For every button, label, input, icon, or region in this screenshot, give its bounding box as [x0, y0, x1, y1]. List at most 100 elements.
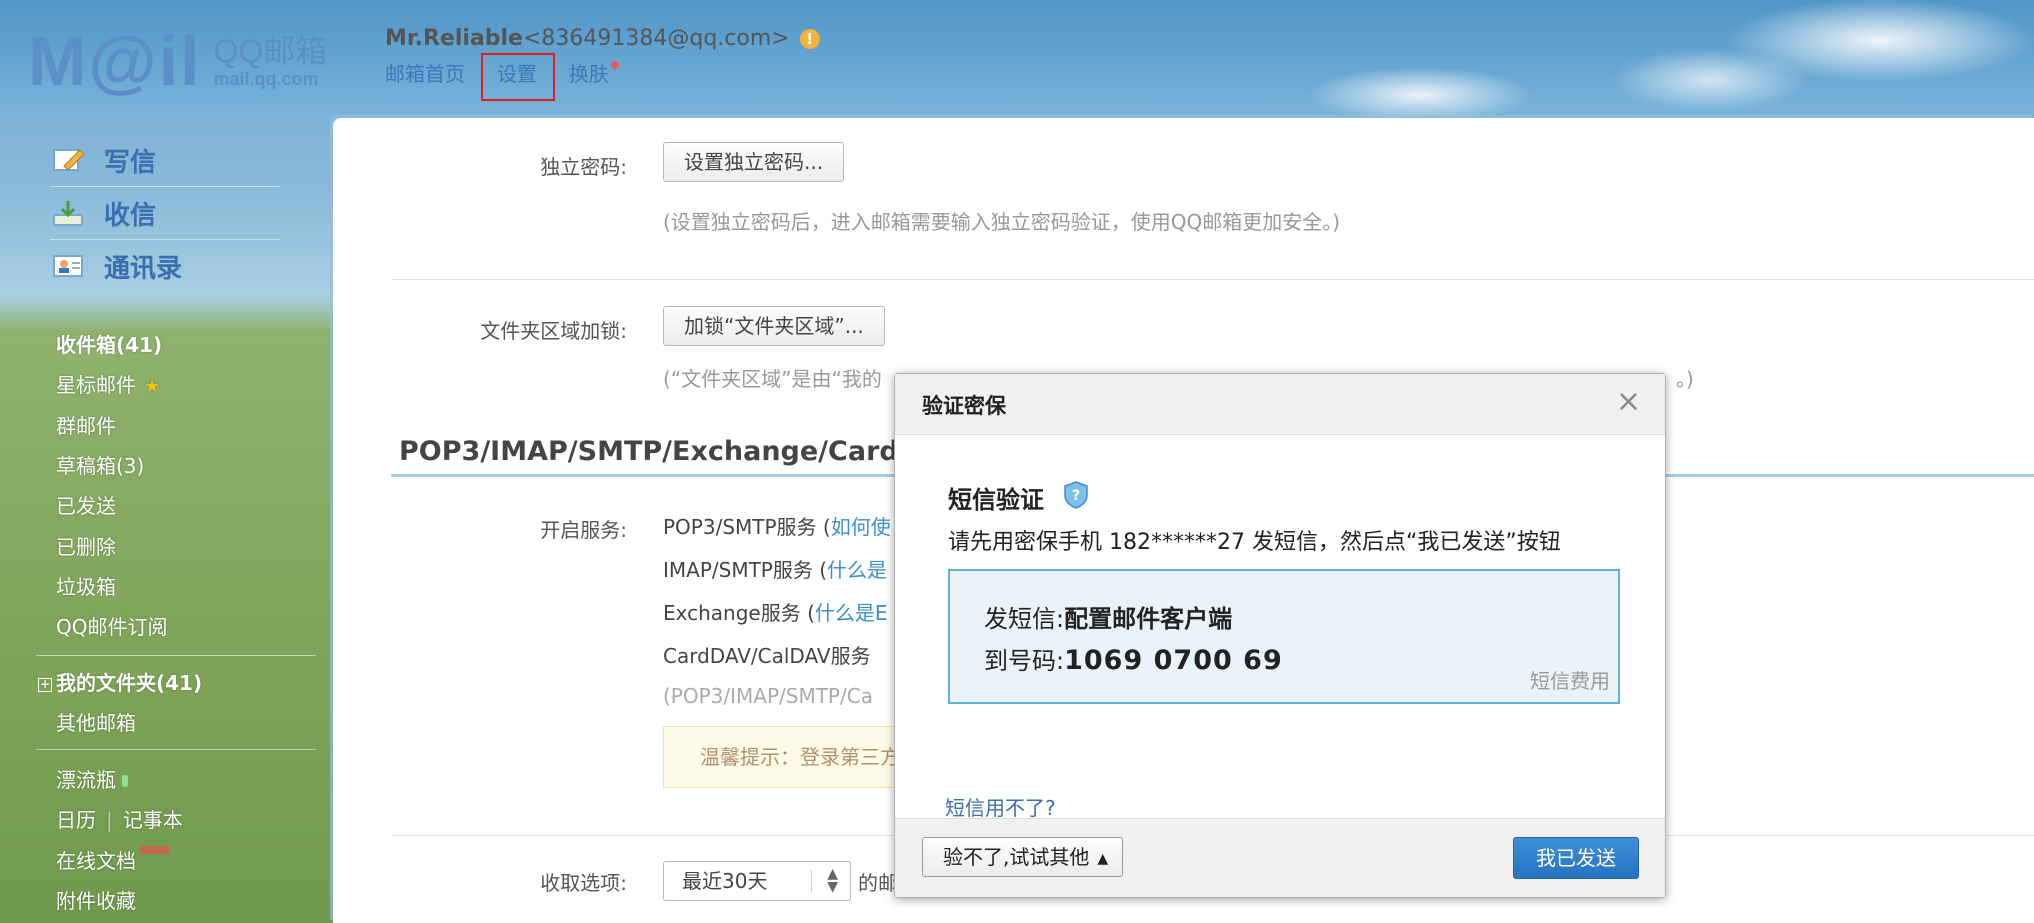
send-label: 发短信: — [984, 605, 1065, 633]
compose-icon — [53, 149, 85, 171]
contacts-button[interactable]: 通讯录 — [52, 244, 182, 288]
fetch-range-select[interactable]: 最近30天 ▲ ▼ — [663, 861, 851, 901]
my-folders-label: 我的文件夹(41) — [56, 671, 203, 695]
action-divider — [50, 186, 280, 187]
calendar-label: 日历 — [56, 808, 96, 832]
logo-mail-text: M@il — [28, 22, 202, 100]
link-separator: | — [106, 808, 113, 832]
folder-starred[interactable]: 星标邮件 ★ — [56, 369, 160, 398]
bottle-icon — [122, 775, 128, 787]
sent-button[interactable]: 我已发送 — [1513, 837, 1639, 879]
dialog-header: 验证密保 × — [895, 374, 1665, 435]
shield-help-icon[interactable]: ? — [1063, 481, 1089, 509]
star-icon: ★ — [144, 376, 161, 397]
sms-fee-link[interactable]: 短信费用 — [1530, 665, 1610, 694]
receive-label: 收信 — [104, 200, 157, 231]
dialog-footer: 验不了,试试其他 ▲ 我已发送 — [895, 818, 1665, 897]
folder-lock-button[interactable]: 加锁“文件夹区域”... — [663, 306, 885, 346]
sms-verify-title: 短信验证 — [948, 486, 1044, 514]
folder-lock-note-tail: 。) — [1676, 367, 1694, 391]
notebook-label[interactable]: 记事本 — [123, 808, 183, 832]
user-info: Mr.Reliable<836491384@qq.com>! — [385, 26, 820, 51]
folder-deleted[interactable]: 已删除 — [56, 531, 116, 560]
sms-info-box: 发短信:配置邮件客户端 到号码:1069 0700 69 短信费用 — [948, 569, 1620, 704]
folder-subscriptions[interactable]: QQ邮件订阅 — [56, 611, 167, 640]
service-name: CardDAV/CalDAV服务 — [663, 644, 871, 668]
compose-label: 写信 — [104, 147, 157, 178]
folder-group[interactable]: 群邮件 — [56, 410, 116, 439]
fetch-label: 收取选项: — [540, 871, 627, 895]
service-label: 开启服务: — [540, 518, 627, 542]
nav-skin-link[interactable]: 换肤 — [569, 62, 609, 86]
compose-button[interactable]: 写信 — [52, 138, 156, 182]
svg-text:?: ? — [1072, 488, 1080, 504]
logo-url: mail.qq.com — [213, 68, 319, 89]
folder-inbox[interactable]: 收件箱(41) — [56, 329, 162, 358]
settings-highlight-box — [481, 53, 555, 101]
service-help-link[interactable]: 如何使 — [831, 515, 891, 539]
attachments-link[interactable]: 附件收藏 — [56, 885, 136, 914]
tip-banner: 温馨提示：登录第三方 — [663, 726, 903, 788]
service-pop3-smtp: POP3/SMTP服务 (如何使 — [663, 511, 891, 540]
nav-home-link[interactable]: 邮箱首页 — [385, 62, 465, 86]
qq-mail-logo[interactable]: M@il QQ邮箱 mail.qq.com — [28, 26, 327, 96]
service-exchange: Exchange服务 (什么是E — [663, 597, 888, 626]
calendar-link[interactable]: 日历 | 记事本 — [56, 804, 183, 833]
service-imap-smtp: IMAP/SMTP服务 (什么是 — [663, 554, 887, 583]
try-other-label: 验不了,试试其他 — [943, 845, 1090, 869]
new-badge-icon — [140, 846, 170, 854]
drift-bottle-label: 漂流瓶 — [56, 768, 116, 792]
try-other-button[interactable]: 验不了,试试其他 ▲ — [922, 837, 1124, 877]
to-label: 到号码: — [984, 647, 1065, 675]
sidebar: 写信 收信 通讯录 收件箱(41) 星标邮件 ★ 群邮件 草稿箱(3) 已发送 已… — [0, 124, 330, 923]
section-title: POP3/IMAP/SMTP/Exchange/CardD — [399, 436, 922, 467]
folder-trash[interactable]: 垃圾箱 — [56, 571, 116, 600]
sms-number: 1069 0700 69 — [1064, 645, 1283, 676]
folder-other-mail[interactable]: 其他邮箱 — [56, 707, 136, 736]
folder-starred-label: 星标邮件 — [56, 373, 136, 397]
sidebar-divider — [36, 749, 316, 750]
service-name: POP3/SMTP服务 ( — [663, 515, 831, 539]
sms-content: 配置邮件客户端 — [1064, 605, 1233, 633]
service-help-link[interactable]: 什么是 — [827, 558, 887, 582]
password-note: (设置独立密码后，进入邮箱需要输入独立密码验证，使用QQ邮箱更加安全。) — [663, 210, 1341, 234]
online-docs-label: 在线文档 — [56, 849, 136, 873]
contacts-label: 通讯录 — [104, 253, 183, 284]
fetch-suffix: 的邮 — [858, 871, 898, 895]
folder-sent[interactable]: 已发送 — [56, 490, 116, 519]
sms-unavailable-link[interactable]: 短信用不了? — [945, 792, 1056, 821]
header: M@il QQ邮箱 mail.qq.com Mr.Reliable<836491… — [0, 0, 2034, 124]
folder-lock-note: (“文件夹区域”是由“我的 — [663, 367, 882, 391]
sms-number-line: 到号码:1069 0700 69 — [984, 641, 1283, 676]
expand-plus-icon[interactable]: + — [38, 678, 52, 692]
online-docs-link[interactable]: 在线文档 — [56, 845, 170, 874]
sms-content-line: 发短信:配置邮件客户端 — [984, 599, 1232, 634]
set-password-button[interactable]: 设置独立密码... — [663, 142, 845, 182]
user-name: Mr.Reliable — [385, 26, 523, 51]
fetch-range-value: 最近30天 — [682, 869, 768, 893]
row-divider — [391, 279, 2034, 280]
service-note: (POP3/IMAP/SMTP/Ca — [663, 684, 873, 708]
select-separator — [811, 870, 812, 892]
sidebar-divider — [36, 655, 316, 656]
action-divider — [50, 239, 280, 240]
password-label: 独立密码: — [540, 155, 627, 179]
user-email: <836491384@qq.com> — [522, 26, 790, 51]
new-dot-icon — [610, 61, 619, 69]
warning-icon[interactable]: ! — [799, 29, 820, 49]
dialog-title: 验证密保 — [922, 394, 1006, 418]
close-icon[interactable]: × — [1616, 384, 1641, 419]
folder-drafts[interactable]: 草稿箱(3) — [56, 450, 144, 479]
folder-my-folders[interactable]: + 我的文件夹(41) — [38, 667, 202, 696]
sms-instructions: 请先用密保手机 182******27 发短信，然后点“我已发送”按钮 — [948, 530, 1561, 555]
service-name: IMAP/SMTP服务 ( — [663, 558, 828, 582]
logo-brand: QQ邮箱 — [213, 32, 328, 69]
service-carddav: CardDAV/CalDAV服务 — [663, 640, 871, 669]
caret-up-icon: ▲ — [1097, 851, 1109, 867]
receive-icon — [53, 201, 83, 226]
service-help-link[interactable]: 什么是E — [815, 601, 888, 625]
verify-dialog: 验证密保 × 短信验证 ? 请先用密保手机 182******27 发短信，然后… — [894, 373, 1666, 898]
receive-button[interactable]: 收信 — [52, 191, 156, 235]
folder-lock-label: 文件夹区域加锁: — [480, 319, 627, 343]
drift-bottle-link[interactable]: 漂流瓶 — [56, 764, 128, 793]
